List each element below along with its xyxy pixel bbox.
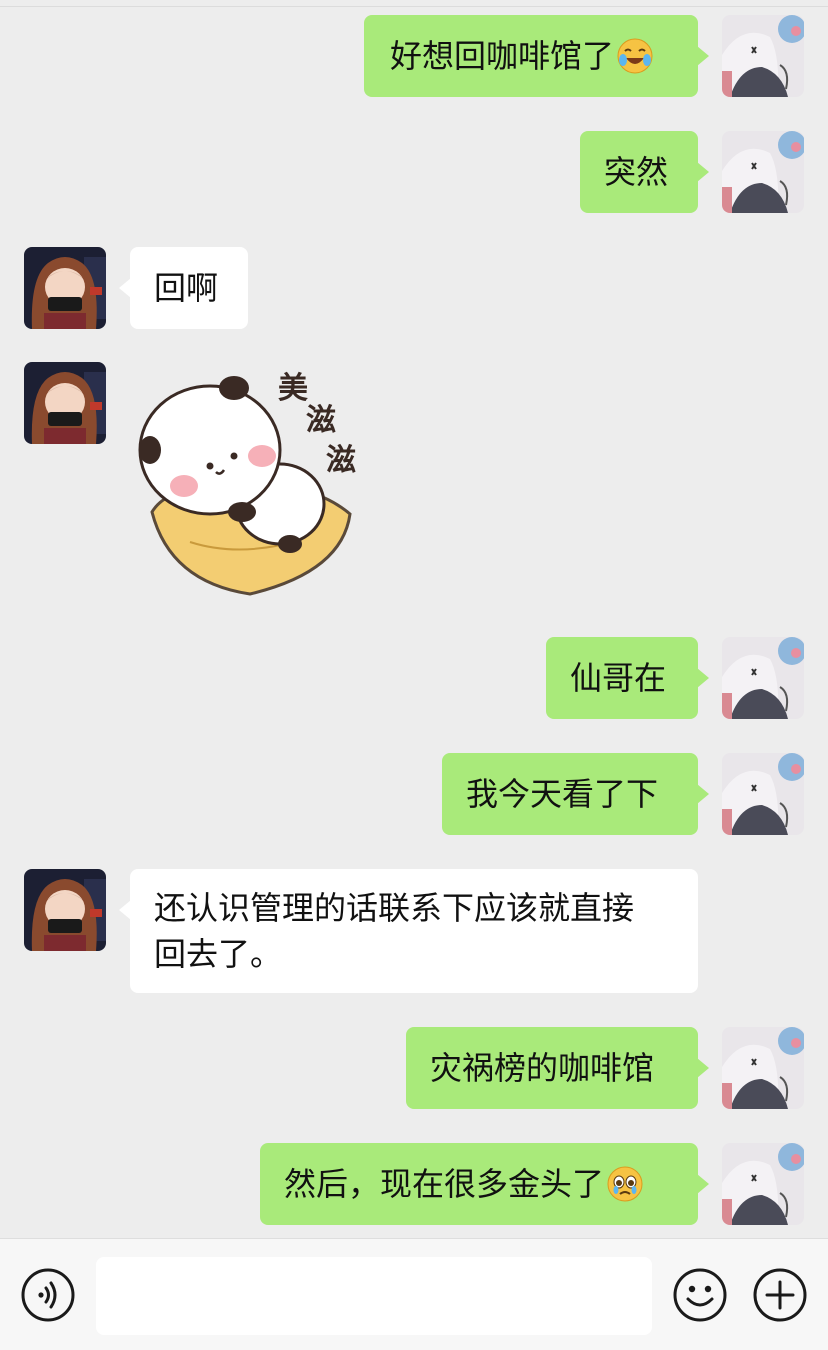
sticker-caption-2: 滋 bbox=[306, 403, 336, 438]
contact-avatar[interactable] bbox=[24, 362, 106, 444]
laughing-crying-emoji bbox=[617, 38, 653, 74]
chat-screen: 好想回咖啡馆了 突然 回啊 美 滋 滋 仙哥在 我今天看了下 还认识管理的话联系… bbox=[0, 0, 828, 1350]
message-bubble-outgoing[interactable]: 我今天看了下 bbox=[442, 753, 709, 835]
message-text: 突然 bbox=[604, 153, 669, 191]
plus-icon[interactable] bbox=[752, 1267, 808, 1323]
message-text: 回啊 bbox=[154, 269, 219, 307]
voice-icon[interactable] bbox=[20, 1267, 76, 1323]
message-bubble-outgoing[interactable]: 灾祸榜的咖啡馆 bbox=[406, 1027, 709, 1109]
self-avatar[interactable] bbox=[722, 753, 804, 835]
panda-sticker[interactable]: 美 滋 滋 bbox=[130, 362, 366, 600]
message-text: 灾祸榜的咖啡馆 bbox=[430, 1049, 655, 1087]
message-input[interactable] bbox=[96, 1257, 652, 1335]
input-bar bbox=[0, 1238, 828, 1350]
message-text: 我今天看了下 bbox=[466, 775, 659, 813]
self-avatar[interactable] bbox=[722, 637, 804, 719]
divider bbox=[0, 6, 828, 7]
message-bubble-incoming[interactable]: 回啊 bbox=[119, 247, 248, 329]
message-list[interactable]: 好想回咖啡馆了 突然 回啊 美 滋 滋 仙哥在 我今天看了下 还认识管理的话联系… bbox=[0, 0, 828, 1238]
self-avatar[interactable] bbox=[722, 1143, 804, 1225]
message-text: 仙哥在 bbox=[570, 659, 667, 697]
message-text: 然后，现在很多金头了 bbox=[284, 1165, 605, 1203]
message-bubble-outgoing[interactable]: 仙哥在 bbox=[546, 637, 709, 719]
contact-avatar[interactable] bbox=[24, 247, 106, 329]
message-bubble-outgoing[interactable]: 好想回咖啡馆了 bbox=[364, 15, 709, 97]
message-text-line: 还认识管理的话联系下应该就直接 bbox=[154, 889, 635, 927]
contact-avatar[interactable] bbox=[24, 869, 106, 951]
sticker-caption-1: 美 bbox=[278, 371, 308, 406]
message-text: 好想回咖啡馆了 bbox=[390, 37, 615, 75]
self-avatar[interactable] bbox=[722, 15, 804, 97]
message-text-line: 回去了。 bbox=[154, 935, 283, 973]
sticker-caption-3: 滋 bbox=[326, 443, 356, 478]
message-bubble-outgoing[interactable]: 突然 bbox=[580, 131, 709, 213]
message-bubble-outgoing[interactable]: 然后，现在很多金头了 bbox=[260, 1143, 709, 1225]
smiley-icon[interactable] bbox=[672, 1267, 728, 1323]
message-bubble-incoming[interactable]: 还认识管理的话联系下应该就直接 回去了。 bbox=[119, 869, 698, 993]
self-avatar[interactable] bbox=[722, 131, 804, 213]
self-avatar[interactable] bbox=[722, 1027, 804, 1109]
teary-eyed-emoji bbox=[607, 1166, 643, 1202]
